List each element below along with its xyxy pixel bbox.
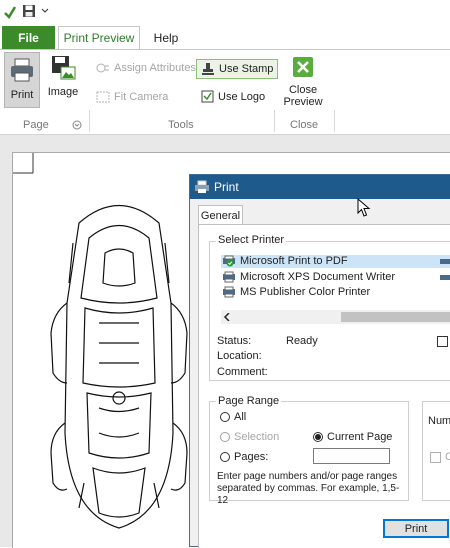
dialog-title: Print [214,180,239,194]
printer-icon [440,275,450,280]
number-of-copies-label: Numb [428,415,450,427]
comment-label: Comment: [217,366,268,378]
group-separator [334,110,335,132]
page-corner-mark [13,153,34,174]
print-button[interactable]: Print [4,52,40,108]
close-icon [293,57,313,77]
scrollbar-thumb[interactable] [341,312,450,322]
page-range-hint: Enter page numbers and/or page ranges se… [217,471,400,506]
tab-file[interactable]: File [2,26,55,49]
group-label-tools: Tools [168,119,194,131]
quick-access-toolbar [0,0,450,26]
printer-icon [223,286,235,298]
pages-input[interactable] [313,448,390,464]
fit-camera-icon [96,91,110,103]
print-label: Print [10,89,34,101]
select-printer-label: Select Printer [216,234,287,246]
printer-item-ms-publisher[interactable]: MS Publisher Color Printer [222,286,370,298]
car-drawing-image [50,204,188,529]
radio-pages[interactable]: Pages: [220,451,268,463]
scroll-left-icon[interactable] [223,313,231,321]
printer-list-scrollbar[interactable] [221,310,450,324]
ribbon-tabs: File Print Preview Help [0,26,450,50]
printer-icon [223,271,235,283]
tab-general[interactable]: General [198,205,243,225]
attributes-icon [96,63,109,73]
group-separator [89,110,90,132]
use-stamp-button[interactable]: Use Stamp [196,59,279,79]
print-submit-button[interactable]: Print [383,519,449,538]
radio-all[interactable]: All [220,411,246,423]
radio-pages-button[interactable] [220,452,230,462]
status-value: Ready [286,335,318,347]
ribbon: Print Image Assign Attributes Fit Camera… [0,50,450,135]
dialog-printer-icon [195,180,209,193]
dialog-launcher-icon[interactable] [72,120,82,130]
mouse-cursor-icon [357,198,371,217]
fit-camera-button[interactable]: Fit Camera [96,91,168,103]
save-image-icon [52,56,76,80]
radio-current-page[interactable]: Current Page [313,431,392,443]
page-range-label: Page Range [216,395,282,407]
stamp-icon [202,63,214,75]
dialog-titlebar[interactable]: Print [190,175,450,199]
group-separator [274,110,275,132]
printer-icon [11,58,33,82]
check-pen-icon[interactable] [3,4,17,20]
customize-dropdown-icon[interactable] [41,8,49,14]
close-preview-button[interactable]: Close Preview [282,56,324,118]
collate-checkbox-box[interactable] [430,451,441,463]
tab-help[interactable]: Help [148,26,184,49]
image-button[interactable]: Image [46,54,80,108]
logo-icon [201,90,214,103]
printer-item-print-to-pdf[interactable]: Microsoft Print to PDF [222,255,348,267]
tab-print-preview[interactable]: Print Preview [58,26,140,49]
print-to-file-checkbox[interactable] [437,336,448,347]
printer-default-icon [223,255,235,267]
printer-icon [440,259,450,264]
group-label-page: Page [23,119,49,131]
radio-current-page-button[interactable] [313,432,323,442]
radio-all-button[interactable] [220,412,230,422]
printer-item-xps[interactable]: Microsoft XPS Document Writer [222,271,395,283]
collate-checkbox[interactable]: C [430,451,450,463]
assign-attributes-button[interactable]: Assign Attributes [96,62,196,74]
radio-selection-button[interactable] [220,432,230,442]
location-label: Location: [217,350,262,362]
radio-selection[interactable]: Selection [220,431,279,443]
group-label-close: Close [290,119,319,131]
save-icon[interactable] [22,4,36,19]
print-dialog: Print General Select Printer Microsoft P… [189,174,450,548]
status-label: Status: [217,335,252,347]
image-label: Image [47,86,79,98]
use-logo-button[interactable]: Use Logo [201,90,265,103]
